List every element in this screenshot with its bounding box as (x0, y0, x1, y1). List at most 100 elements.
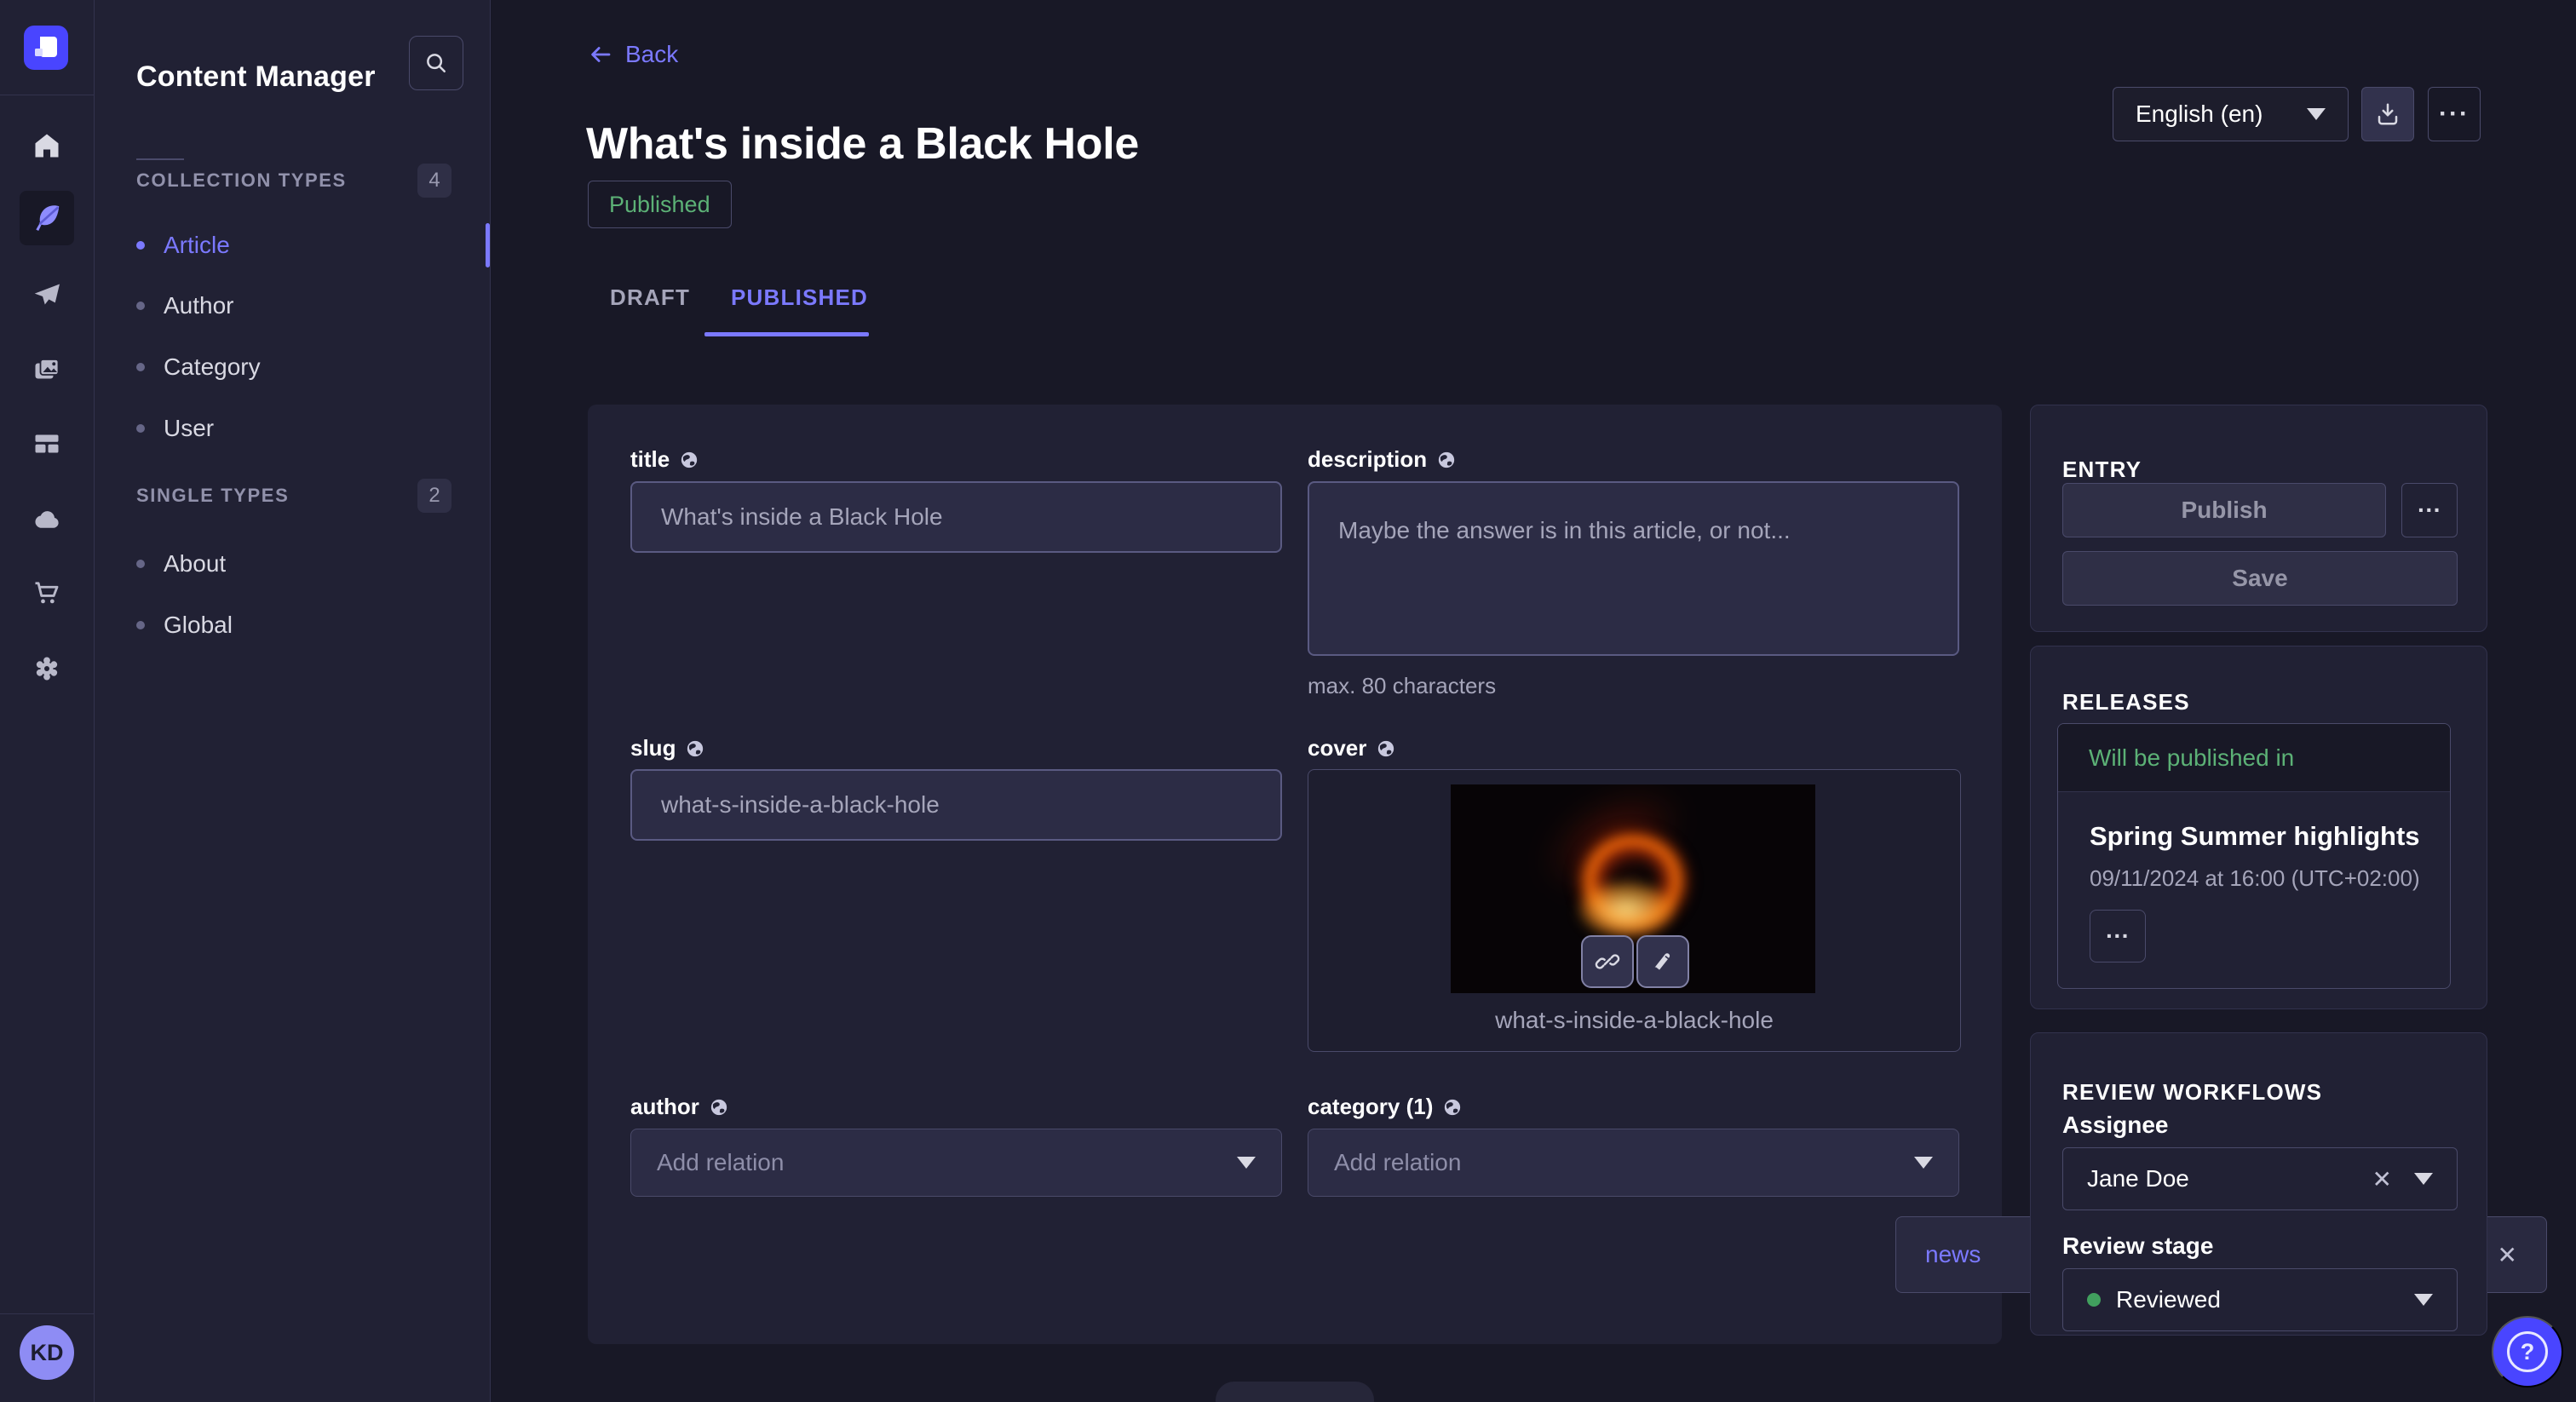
ellipsis-icon: ··· (2106, 922, 2130, 950)
release-title: Spring Summer highlights (2090, 821, 2420, 852)
assignee-value: Jane Doe (2087, 1165, 2372, 1192)
slug-input[interactable]: what-s-inside-a-black-hole (630, 769, 1282, 841)
bullet-icon (136, 302, 145, 310)
sidebar-item-label: Author (164, 292, 234, 319)
nav-home-button[interactable] (20, 118, 74, 173)
title-input[interactable]: What's inside a Black Hole (630, 481, 1282, 553)
active-item-indicator (486, 223, 490, 267)
entry-panel-heading: ENTRY (2062, 457, 2142, 483)
header-more-button[interactable]: ··· (2428, 87, 2481, 141)
search-icon (423, 50, 449, 76)
release-date: 09/11/2024 at 16:00 (UTC+02:00) (2090, 865, 2420, 892)
sidebar-item-label: Article (164, 232, 230, 259)
entry-more-button[interactable]: ··· (2401, 483, 2458, 537)
tab-draft[interactable]: DRAFT (610, 284, 690, 311)
sidebar-item-global[interactable]: Global (136, 603, 460, 647)
releases-panel: RELEASES Will be published in Spring Sum… (2030, 646, 2487, 1009)
globe-icon (686, 739, 704, 758)
page-title: What's inside a Black Hole (586, 118, 1139, 170)
cover-field-label: cover (1308, 735, 1395, 761)
description-field-label: description (1308, 446, 1456, 473)
pencil-icon (1651, 950, 1675, 974)
main-nav-rail: KD (0, 0, 95, 1402)
nav-content-manager-button[interactable] (20, 191, 74, 245)
tab-published[interactable]: PUBLISHED (731, 284, 868, 311)
language-select[interactable]: English (en) (2113, 87, 2349, 141)
cloud-icon (32, 504, 62, 535)
download-button[interactable] (2361, 87, 2414, 141)
language-select-value: English (en) (2136, 101, 2263, 128)
globe-icon (680, 451, 699, 469)
relation-link-news[interactable]: news (1925, 1241, 1981, 1268)
chevron-down-icon (2414, 1294, 2433, 1306)
help-button[interactable]: ? (2492, 1316, 2563, 1388)
release-card: Will be published in Spring Summer highl… (2057, 723, 2451, 989)
nav-settings-button[interactable] (20, 641, 74, 696)
sidebar-item-user[interactable]: User (136, 406, 460, 451)
clear-assignee-icon[interactable]: ✕ (2372, 1165, 2392, 1193)
slug-field-label: slug (630, 735, 704, 761)
home-icon (32, 130, 62, 161)
user-avatar[interactable]: KD (20, 1325, 74, 1380)
ellipsis-icon: ··· (2439, 100, 2470, 129)
author-relation-select[interactable]: Add relation (630, 1129, 1282, 1197)
gear-icon (32, 653, 62, 684)
label-text: slug (630, 735, 676, 761)
collection-types-section-header: COLLECTION TYPES 4 (136, 164, 451, 198)
remove-relation-icon[interactable]: ✕ (2498, 1241, 2517, 1269)
sidebar-item-about[interactable]: About (136, 542, 460, 586)
search-button[interactable] (409, 36, 463, 90)
nav-media-library-button[interactable] (20, 342, 74, 397)
nav-releases-button[interactable] (20, 268, 74, 323)
description-value: Maybe the answer is in this article, or … (1338, 517, 1791, 543)
nav-marketplace-button[interactable] (20, 566, 74, 620)
label-text: category (1) (1308, 1094, 1433, 1120)
sidebar-item-label: Global (164, 612, 233, 639)
description-hint: max. 80 characters (1308, 673, 1496, 699)
assignee-combobox[interactable]: Jane Doe ✕ (2062, 1147, 2458, 1210)
review-workflows-panel: REVIEW WORKFLOWS Assignee Jane Doe ✕ Rev… (2030, 1032, 2487, 1336)
entry-panel: ENTRY Publish ··· Save (2030, 405, 2487, 632)
bullet-icon (136, 363, 145, 371)
review-stage-value: Reviewed (2116, 1286, 2414, 1313)
entry-form-card: title What's inside a Black Hole descrip… (588, 405, 2002, 1344)
sidebar-item-category[interactable]: Category (136, 345, 460, 389)
copy-link-button[interactable] (1581, 935, 1634, 988)
publish-button[interactable]: Publish (2062, 483, 2386, 537)
cover-media-card: what-s-inside-a-black-hole (1308, 769, 1961, 1052)
assignee-label: Assignee (2062, 1112, 2169, 1139)
bottom-pill (1216, 1382, 1374, 1402)
nav-content-type-builder-button[interactable] (20, 417, 74, 471)
chevron-down-icon (1237, 1157, 1256, 1169)
nav-cloud-button[interactable] (20, 492, 74, 547)
description-textarea[interactable]: Maybe the answer is in this article, or … (1308, 481, 1959, 656)
strapi-logo[interactable] (24, 26, 68, 70)
edit-cover-button[interactable] (1636, 935, 1689, 988)
save-button[interactable]: Save (2062, 551, 2458, 606)
author-select-placeholder: Add relation (657, 1149, 784, 1176)
collection-types-label: COLLECTION TYPES (136, 170, 347, 192)
category-relation-select[interactable]: Add relation (1308, 1129, 1959, 1197)
stage-status-dot (2087, 1293, 2101, 1307)
sidebar-title: Content Manager (136, 60, 376, 94)
feather-icon (31, 202, 63, 234)
slug-input-value: what-s-inside-a-black-hole (661, 791, 940, 819)
review-stage-label: Review stage (2062, 1232, 2213, 1260)
back-link[interactable]: Back (588, 41, 678, 68)
label-text: title (630, 446, 670, 473)
category-select-placeholder: Add relation (1334, 1149, 1461, 1176)
ellipsis-icon: ··· (2418, 497, 2441, 524)
cover-caption: what-s-inside-a-black-hole (1308, 1007, 1960, 1034)
arrow-left-icon (588, 42, 613, 67)
label-text: description (1308, 446, 1427, 473)
sidebar-item-article[interactable]: Article (136, 223, 460, 267)
globe-icon (710, 1098, 728, 1117)
review-stage-combobox[interactable]: Reviewed (2062, 1268, 2458, 1331)
author-field-label: author (630, 1094, 728, 1120)
releases-panel-heading: RELEASES (2062, 689, 2190, 715)
question-mark-icon: ? (2507, 1331, 2548, 1372)
status-badge: Published (588, 181, 732, 228)
sidebar-item-author[interactable]: Author (136, 284, 460, 328)
release-more-button[interactable]: ··· (2090, 910, 2146, 962)
active-tab-underline (704, 332, 869, 336)
